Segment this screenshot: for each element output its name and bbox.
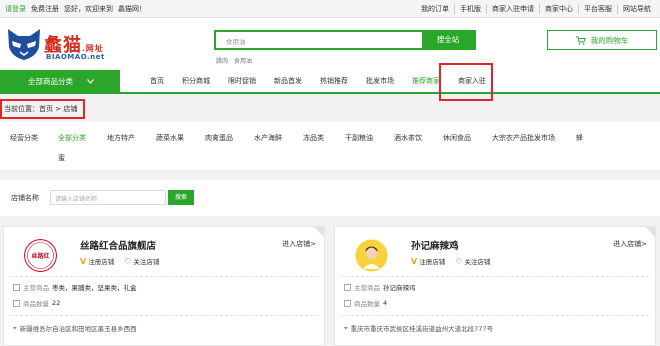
registered-shop-badge: 注册店铺 bbox=[88, 258, 115, 266]
search-box: 食用油 搜全站 bbox=[214, 30, 476, 50]
shop-name[interactable]: 丝路红合品旗舰店 bbox=[80, 238, 156, 252]
enter-shop-link[interactable]: 进入店铺> bbox=[282, 239, 316, 249]
site-name: 蠡猫网！ bbox=[118, 5, 146, 13]
search-button[interactable]: 搜全站 bbox=[422, 32, 474, 48]
highlight-box bbox=[0, 99, 85, 119]
grid-icon bbox=[344, 283, 351, 291]
link-mobile[interactable]: 手机版 bbox=[454, 4, 486, 14]
product-count-value: 4 bbox=[383, 299, 388, 307]
category-item[interactable]: 水产海鲜 bbox=[254, 133, 282, 143]
divider bbox=[10, 315, 318, 316]
category-item[interactable]: 蔬菜水果 bbox=[156, 133, 184, 143]
category-item-continued[interactable]: 蜜 bbox=[58, 153, 65, 163]
location-icon: ⌖ bbox=[344, 323, 348, 332]
follow-shop-button[interactable]: ♡ 关注店铺 bbox=[455, 256, 491, 267]
location-icon: ⌖ bbox=[13, 323, 17, 332]
product-count-label: 商品数量 bbox=[354, 300, 380, 308]
corner-decoration bbox=[314, 227, 324, 237]
main-products-value: 孙记麻辣鸡 bbox=[383, 284, 416, 292]
link-site-nav[interactable]: 网站导航 bbox=[617, 4, 656, 14]
all-categories-label: 全部商品分类 bbox=[28, 76, 73, 86]
category-item[interactable]: 地方特产 bbox=[107, 133, 135, 143]
main-products-label: 主营商品 bbox=[354, 284, 380, 292]
nav-item-new-arrivals[interactable]: 新品首发 bbox=[265, 70, 311, 92]
welcome-text: 您好，欢迎来到 bbox=[64, 5, 113, 13]
divider bbox=[341, 276, 649, 277]
login-link[interactable]: 请登录 bbox=[5, 4, 26, 14]
all-categories-button[interactable]: 全部商品分类 bbox=[0, 70, 120, 92]
follow-shop-label: 关注店铺 bbox=[464, 258, 491, 266]
top-bar: 请登录 免费注册 您好，欢迎来到 蠡猫网！ 我的订单 手机版 商家入驻申请 商家… bbox=[0, 0, 660, 18]
enter-shop-link[interactable]: 进入店铺> bbox=[613, 239, 647, 249]
nav-item-flash-sale[interactable]: 限时促销 bbox=[219, 70, 265, 92]
hot-keywords: 腊肉 食用油 bbox=[216, 56, 252, 65]
follow-shop-button[interactable]: ♡ 关注店铺 bbox=[124, 256, 160, 267]
site-logo[interactable]: 蠡猫.网址 BIAOMAO.net bbox=[6, 27, 106, 65]
category-item[interactable]: 干副粮油 bbox=[345, 133, 373, 143]
verified-icon: V bbox=[80, 256, 87, 266]
verified-icon: V bbox=[411, 256, 418, 266]
grid-icon bbox=[13, 283, 20, 291]
category-label: 经营分类 bbox=[10, 134, 38, 142]
category-item[interactable]: 肉禽蛋品 bbox=[205, 133, 233, 143]
category-item[interactable]: 冻品类 bbox=[303, 133, 324, 143]
corner-decoration bbox=[645, 227, 655, 237]
follow-shop-label: 关注店铺 bbox=[133, 258, 160, 266]
registered-shop-badge: 注册店铺 bbox=[419, 258, 446, 266]
register-link[interactable]: 免费注册 bbox=[31, 4, 59, 14]
cart-label: 我的购物车 bbox=[590, 35, 629, 45]
heart-icon: ♡ bbox=[455, 256, 463, 266]
nav-item-wholesale[interactable]: 批发市场 bbox=[357, 70, 403, 92]
category-item[interactable]: 休闲食品 bbox=[443, 133, 471, 143]
link-my-orders[interactable]: 我的订单 bbox=[416, 4, 454, 14]
product-count-value: 22 bbox=[52, 299, 61, 307]
cat-mask-icon bbox=[8, 29, 40, 60]
shop-search-bar: 店铺名称 请输入店铺名称 搜索 bbox=[0, 180, 660, 216]
shop-name[interactable]: 孙记麻辣鸡 bbox=[411, 238, 459, 252]
hot-keyword[interactable]: 腊肉 bbox=[216, 56, 228, 65]
link-merchant-center[interactable]: 商家中心 bbox=[539, 4, 578, 14]
cart-icon bbox=[575, 36, 586, 45]
product-count-label: 商品数量 bbox=[23, 300, 49, 308]
box-icon bbox=[13, 299, 20, 307]
logo-suffix: .网址 bbox=[82, 43, 104, 53]
shop-name-input[interactable]: 请输入店铺名称 bbox=[50, 190, 166, 205]
category-item[interactable]: 酒水茶饮 bbox=[394, 133, 422, 143]
shop-address: 新疆维吾尔自治区和田地区墨玉县乡西西 bbox=[19, 325, 137, 333]
category-item[interactable]: 全部分类 bbox=[58, 133, 86, 143]
shop-card: 丝路红 丝路红合品旗舰店 进入店铺> V 注册店铺 ♡ 关注店铺 主营商品 枣类，果脯… bbox=[3, 226, 325, 346]
search-input[interactable]: 食用油 bbox=[226, 36, 246, 46]
logo-domain: BIAOMAO.net bbox=[46, 53, 105, 61]
shop-name-label: 店铺名称 bbox=[11, 194, 39, 202]
heart-icon: ♡ bbox=[124, 256, 132, 266]
shop-search-button[interactable]: 搜索 bbox=[168, 190, 194, 205]
category-filter: 经营分类 全部分类 地方特产 蔬菜水果 肉禽蛋品 水产海鲜 冻品类 干副粮油 酒… bbox=[0, 122, 660, 170]
main-products-value: 枣类，果脯类，坚果类，礼盒 bbox=[52, 284, 137, 292]
hot-keyword[interactable]: 食用油 bbox=[234, 56, 252, 65]
divider bbox=[341, 315, 649, 316]
chevron-down-icon bbox=[87, 78, 94, 84]
shop-avatar-text: 丝路红 bbox=[31, 252, 49, 260]
link-customer-service[interactable]: 平台客服 bbox=[578, 4, 617, 14]
shop-avatar[interactable]: 丝路红 bbox=[24, 239, 57, 272]
nav-item-hot-picks[interactable]: 热销推荐 bbox=[311, 70, 357, 92]
highlight-box bbox=[439, 63, 493, 101]
shop-card: 孙记麻辣鸡 进入店铺> V 注册店铺 ♡ 关注店铺 主营商品 孙记麻辣鸡 商品数量 4 … bbox=[334, 226, 656, 346]
main-products-label: 主营商品 bbox=[23, 284, 49, 292]
link-merchant-apply[interactable]: 商家入驻申请 bbox=[486, 4, 539, 14]
divider bbox=[10, 276, 318, 277]
category-item[interactable]: 大宗农产品批发市场 bbox=[492, 133, 555, 143]
main-nav: 全部商品分类 首页 积分商城 限时促销 新品首发 热销推荐 批发市场 推荐商家 … bbox=[0, 70, 660, 94]
shop-address: 重庆市重庆市武侯区桂溪街道益州大道北段777号 bbox=[350, 325, 494, 333]
header: 蠡猫.网址 BIAOMAO.net 食用油 搜全站 腊肉 食用油 我的购物车 bbox=[0, 18, 660, 70]
category-item[interactable]: 蜂 bbox=[576, 133, 583, 143]
nav-item-points-mall[interactable]: 积分商城 bbox=[173, 70, 219, 92]
cart-button[interactable]: 我的购物车 bbox=[547, 30, 657, 50]
nav-item-home[interactable]: 首页 bbox=[141, 70, 173, 92]
shop-avatar[interactable] bbox=[355, 239, 388, 272]
box-icon bbox=[344, 299, 351, 307]
